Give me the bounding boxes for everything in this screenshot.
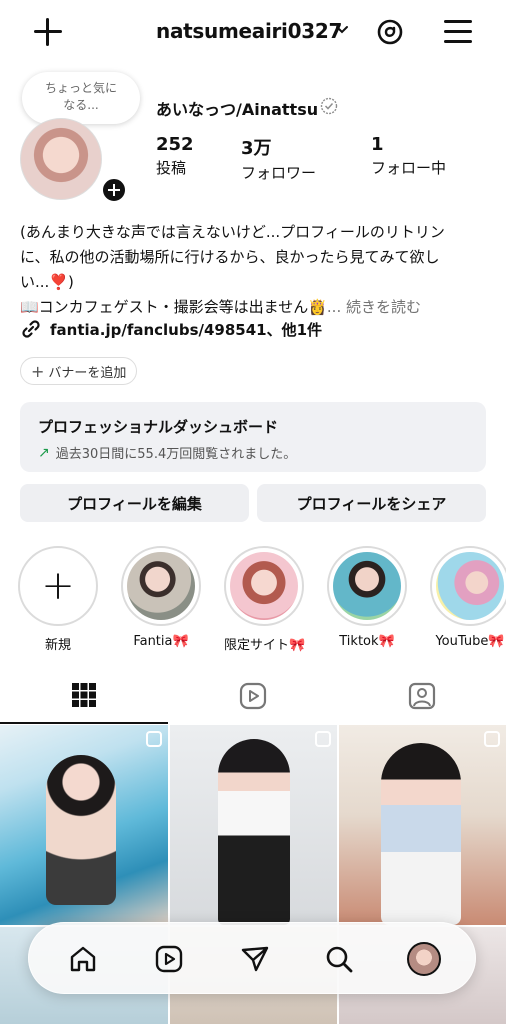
bio-line: い...❣️) xyxy=(20,273,74,291)
post-thumbnail[interactable] xyxy=(0,725,168,925)
highlight-ring xyxy=(430,546,506,626)
bio-line: 📖コンカフェゲスト・撮影会等は出ません👸 xyxy=(20,298,327,316)
profile-link-text: fantia.jp/fanclubs/498541、他1件 xyxy=(50,320,323,339)
home-icon[interactable] xyxy=(67,943,99,975)
dashboard-subtitle: 過去30日間に55.4万回閲覧されました。 xyxy=(55,447,297,462)
tagged-icon xyxy=(408,682,436,710)
post-thumbnail[interactable] xyxy=(170,725,337,925)
share-profile-button[interactable]: プロフィールをシェア xyxy=(257,484,486,522)
add-banner-label: バナーを追加 xyxy=(48,365,127,381)
professional-dashboard[interactable]: プロフェッショナルダッシュボード ↗ 過去30日間に55.4万回閲覧されました。 xyxy=(20,402,486,472)
bottom-navigation xyxy=(28,922,476,994)
following-label: フォロー中 xyxy=(371,159,447,177)
tab-posts[interactable] xyxy=(0,668,168,724)
highlight-cover xyxy=(436,552,504,620)
highlight-label: 新規 xyxy=(44,638,71,653)
followers-count: 3万 xyxy=(241,138,272,159)
create-plus-icon[interactable] xyxy=(34,18,62,46)
note-text-line2: なる... xyxy=(63,98,99,112)
add-story-plus-icon[interactable] xyxy=(100,176,128,204)
highlight-ring xyxy=(224,546,304,626)
reels-icon xyxy=(239,682,267,710)
top-bar: natsumeairi0327 xyxy=(0,0,506,64)
trend-up-arrow-icon: ↗ xyxy=(38,444,50,461)
bio: (あんまり大きな声では言えないけど...プロフィールのリトリン に、私の他の活動… xyxy=(20,220,490,320)
menu-icon[interactable] xyxy=(444,20,472,44)
highlight-cover xyxy=(127,552,195,620)
plus-icon: + xyxy=(31,361,45,381)
profile-link[interactable]: fantia.jp/fanclubs/498541、他1件 xyxy=(20,318,322,340)
followers-stat[interactable]: 3万 フォロワー xyxy=(241,134,316,183)
post-thumbnail[interactable] xyxy=(339,725,506,925)
highlight-item[interactable]: YouTube🎀 xyxy=(430,546,506,649)
dashboard-title: プロフェッショナルダッシュボード xyxy=(38,418,279,436)
carousel-icon xyxy=(315,731,331,747)
search-icon[interactable] xyxy=(323,943,355,975)
posts-stat[interactable]: 252 投稿 xyxy=(156,134,194,178)
highlight-label: Fantia🎀 xyxy=(133,634,189,649)
followers-label: フォロワー xyxy=(241,164,317,182)
posts-label: 投稿 xyxy=(156,159,187,177)
read-more-link[interactable]: ... 続きを読む xyxy=(327,298,421,316)
highlight-ring xyxy=(327,546,407,626)
bio-line: (あんまり大きな声では言えないけど...プロフィールのリトリン xyxy=(20,223,445,241)
following-stat[interactable]: 1 フォロー中 xyxy=(371,134,446,178)
highlight-cover xyxy=(333,552,401,620)
highlight-ring xyxy=(121,546,201,626)
highlight-new-ring: + xyxy=(18,546,98,626)
highlight-item[interactable]: Fantia🎀 xyxy=(121,546,201,649)
profile-tabs xyxy=(0,668,506,724)
username-switcher[interactable]: natsumeairi0327 xyxy=(156,19,342,43)
highlight-cover xyxy=(230,552,298,620)
highlight-item[interactable]: 限定サイト🎀 xyxy=(224,546,306,653)
tab-reels[interactable] xyxy=(169,668,337,724)
highlight-label: YouTube🎀 xyxy=(435,634,505,649)
highlight-label: 限定サイト🎀 xyxy=(224,638,306,653)
profile-avatar[interactable] xyxy=(20,118,102,200)
plus-icon: + xyxy=(41,563,75,609)
highlight-item[interactable]: Tiktok🎀 xyxy=(327,546,407,649)
carousel-icon xyxy=(146,731,162,747)
note-bubble[interactable]: ちょっと気に なる... xyxy=(22,72,140,124)
highlight-label: Tiktok🎀 xyxy=(339,634,395,649)
note-text-line1: ちょっと気に xyxy=(44,81,117,95)
carousel-icon xyxy=(484,731,500,747)
verified-badge-icon xyxy=(320,97,338,115)
link-icon xyxy=(22,320,40,338)
highlight-new[interactable]: + 新規 xyxy=(18,546,98,653)
bio-line: に、私の他の活動場所に行けるから、良かったら見てみて欲し xyxy=(20,248,440,266)
add-banner-button[interactable]: + バナーを追加 xyxy=(20,357,138,385)
reels-icon[interactable] xyxy=(153,943,185,975)
edit-profile-button[interactable]: プロフィールを編集 xyxy=(20,484,249,522)
tab-tagged[interactable] xyxy=(338,668,506,724)
profile-avatar-nav[interactable] xyxy=(407,942,441,976)
posts-count: 252 xyxy=(156,134,194,155)
grid-icon xyxy=(72,683,96,707)
threads-icon[interactable] xyxy=(376,18,404,46)
send-icon[interactable] xyxy=(239,943,271,975)
following-count: 1 xyxy=(371,134,384,155)
chevron-down-icon[interactable] xyxy=(334,22,350,38)
display-name: あいなっつ/Ainattsu xyxy=(156,100,319,119)
